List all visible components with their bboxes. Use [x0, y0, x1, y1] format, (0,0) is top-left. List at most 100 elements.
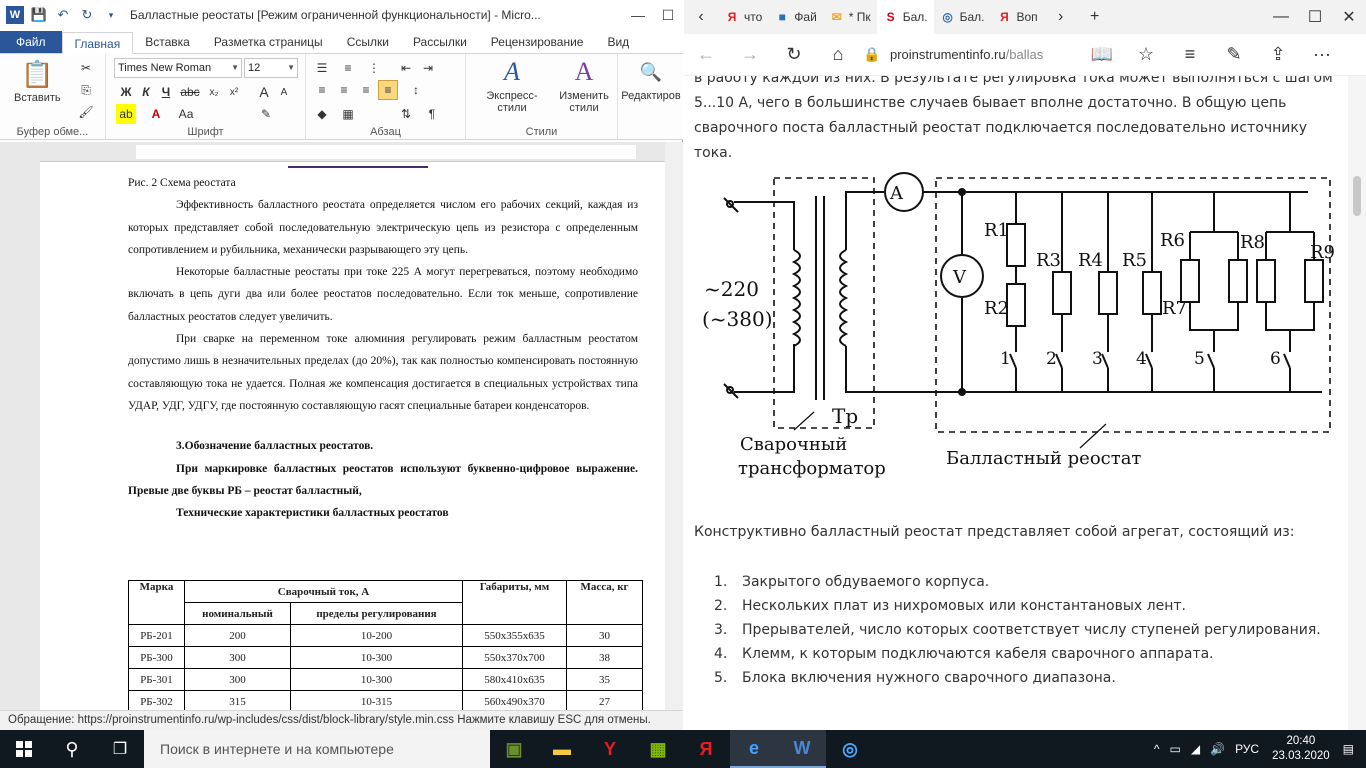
- pilcrow-icon[interactable]: ¶: [422, 104, 442, 124]
- browser-scrollbar[interactable]: [1348, 76, 1366, 730]
- tab-mailings[interactable]: Рассылки: [401, 31, 479, 53]
- numbering-icon[interactable]: ≡: [338, 58, 358, 78]
- paste-button[interactable]: 📋 Вставить: [14, 58, 61, 104]
- sort-icon[interactable]: ⇅: [396, 104, 416, 124]
- paragraph-group-label: Абзац: [370, 126, 401, 138]
- volume-icon[interactable]: 🔊: [1205, 742, 1230, 756]
- tabs-scroll-right-icon[interactable]: ›: [1044, 0, 1078, 34]
- tab-view[interactable]: Вид: [595, 31, 641, 53]
- undo-icon[interactable]: ↶: [54, 6, 72, 24]
- word-vertical-scrollbar[interactable]: [665, 142, 683, 710]
- maximize-icon[interactable]: ☐: [653, 0, 683, 30]
- strikethrough-button[interactable]: abc: [180, 82, 200, 102]
- customize-qat-icon[interactable]: ▾: [102, 6, 120, 24]
- bold-button[interactable]: Ж: [116, 82, 136, 102]
- hub-icon[interactable]: ≡: [1168, 35, 1212, 75]
- tab-page-layout[interactable]: Разметка страницы: [202, 31, 335, 53]
- refresh-icon[interactable]: ↻: [772, 35, 816, 75]
- editing-button[interactable]: 🔍 Редактиров: [620, 56, 682, 102]
- word-app-icon[interactable]: W: [6, 6, 24, 24]
- battery-icon[interactable]: ▭: [1165, 742, 1186, 756]
- language-indicator[interactable]: РУС: [1230, 742, 1264, 756]
- save-icon[interactable]: 💾: [30, 6, 48, 24]
- tab-home[interactable]: Главная: [61, 32, 134, 54]
- back-icon[interactable]: ←: [684, 35, 728, 75]
- store-icon[interactable]: ▦: [634, 730, 682, 768]
- search-icon[interactable]: ⚲: [48, 730, 96, 768]
- copy-icon[interactable]: ⎘: [76, 80, 96, 100]
- font-color-button[interactable]: A: [146, 104, 166, 124]
- file-explorer-icon[interactable]: ▬: [538, 730, 586, 768]
- grow-font-icon[interactable]: A: [254, 82, 274, 102]
- align-left-icon[interactable]: ≡: [312, 80, 332, 100]
- network-icon[interactable]: ◢: [1186, 742, 1205, 756]
- format-painter-icon[interactable]: 🖌: [76, 102, 96, 122]
- minimize-icon[interactable]: —: [1264, 0, 1298, 34]
- browser-tab[interactable]: ■ Фай: [768, 0, 823, 34]
- tab-review[interactable]: Рецензирование: [479, 31, 596, 53]
- transformer-caption-2: трансформатор: [738, 458, 886, 479]
- word-app-taskbar-icon[interactable]: W: [778, 730, 826, 768]
- minecraft-app-icon[interactable]: ▣: [490, 730, 538, 768]
- share-icon[interactable]: ⇪: [1256, 35, 1300, 75]
- clear-format-icon[interactable]: ✎: [256, 104, 276, 124]
- font-name-select[interactable]: Times New Roman ▼: [114, 58, 242, 78]
- notifications-icon[interactable]: ▤: [1338, 742, 1366, 756]
- new-tab-icon[interactable]: +: [1078, 0, 1112, 34]
- task-view-icon[interactable]: ❐: [96, 730, 144, 768]
- more-icon[interactable]: ···: [1300, 35, 1344, 75]
- change-styles-button[interactable]: A Изменить стили: [554, 56, 614, 115]
- shrink-font-icon[interactable]: A: [274, 82, 294, 102]
- favorite-star-icon[interactable]: ☆: [1124, 35, 1168, 75]
- document-area[interactable]: Рис. 2 Схема реостата Эффективность балл…: [40, 162, 665, 710]
- align-center-icon[interactable]: ≡: [334, 80, 354, 100]
- vertical-ruler[interactable]: [14, 164, 32, 710]
- multilevel-icon[interactable]: ⋮: [364, 58, 384, 78]
- edge-app-icon[interactable]: e: [730, 730, 778, 768]
- borders-icon[interactable]: ▦: [338, 104, 358, 124]
- tab-references[interactable]: Ссылки: [335, 31, 401, 53]
- tab-file[interactable]: Файл: [0, 31, 62, 53]
- browser-tab[interactable]: Ячто: [718, 0, 768, 34]
- browser-tab[interactable]: S Бал.: [876, 0, 934, 34]
- yandex-app-icon[interactable]: Я: [682, 730, 730, 768]
- forward-icon[interactable]: →: [728, 35, 772, 75]
- minimize-icon[interactable]: —: [623, 0, 653, 30]
- redo-icon[interactable]: ↻: [78, 6, 96, 24]
- yandex-browser-icon[interactable]: Y: [586, 730, 634, 768]
- shading-icon[interactable]: ◆: [312, 104, 332, 124]
- taskbar-search-input[interactable]: Поиск в интернете и на компьютере: [144, 730, 490, 768]
- justify-icon[interactable]: ≡: [378, 80, 398, 100]
- address-bar[interactable]: proinstrumentinfo.ru/ballas: [890, 47, 1080, 62]
- start-button[interactable]: [0, 730, 48, 768]
- line-spacing-icon[interactable]: ↕: [406, 80, 426, 100]
- reading-view-icon[interactable]: 📖: [1080, 35, 1124, 75]
- italic-button[interactable]: К: [136, 82, 156, 102]
- scrollbar-thumb[interactable]: [1353, 176, 1361, 216]
- home-icon[interactable]: ⌂: [816, 35, 860, 75]
- close-icon[interactable]: ✕: [1332, 0, 1366, 34]
- cut-icon[interactable]: ✂: [76, 58, 96, 78]
- clock[interactable]: 20:40 23.03.2020: [1264, 734, 1338, 764]
- horizontal-ruler[interactable]: [40, 142, 683, 162]
- increase-indent-icon[interactable]: ⇥: [418, 58, 438, 78]
- bullets-icon[interactable]: ☰: [312, 58, 332, 78]
- highlight-button[interactable]: ab: [116, 104, 136, 124]
- subscript-button[interactable]: x₂: [204, 82, 224, 102]
- browser-tab[interactable]: ✉ * Пк: [823, 0, 877, 34]
- superscript-button[interactable]: x²: [224, 82, 244, 102]
- browser-tab[interactable]: ◎ Бал.: [934, 0, 991, 34]
- express-styles-button[interactable]: A Экспресс-стили: [472, 56, 552, 115]
- show-hidden-icons[interactable]: ^: [1149, 742, 1165, 756]
- app-ring-icon[interactable]: ◎: [826, 730, 874, 768]
- maximize-icon[interactable]: ☐: [1298, 0, 1332, 34]
- tab-insert[interactable]: Вставка: [133, 31, 202, 53]
- browser-tab[interactable]: Я Воп: [990, 0, 1043, 34]
- font-size-select[interactable]: 12 ▼: [244, 58, 298, 78]
- decrease-indent-icon[interactable]: ⇤: [396, 58, 416, 78]
- align-right-icon[interactable]: ≡: [356, 80, 376, 100]
- web-note-icon[interactable]: ✎: [1212, 35, 1256, 75]
- underline-button[interactable]: Ч: [156, 82, 176, 102]
- change-case-button[interactable]: Аа: [176, 104, 196, 124]
- tabs-scroll-left-icon[interactable]: ‹: [684, 0, 718, 34]
